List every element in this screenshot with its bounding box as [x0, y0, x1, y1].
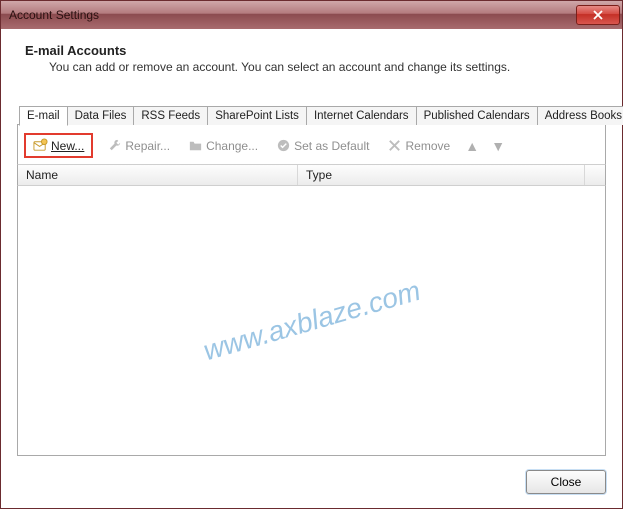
column-header-type[interactable]: Type	[298, 165, 585, 185]
tab-sharepoint-lists[interactable]: SharePoint Lists	[208, 106, 307, 125]
repair-button-label: Repair...	[125, 139, 170, 153]
accounts-list[interactable]: www.axblaze.com	[17, 186, 606, 456]
column-header-name[interactable]: Name	[18, 165, 298, 185]
tab-internet-calendars[interactable]: Internet Calendars	[307, 106, 417, 125]
x-icon	[387, 138, 402, 153]
column-header-tail	[585, 165, 605, 185]
change-button-label: Change...	[206, 139, 258, 153]
tab-rss-feeds[interactable]: RSS Feeds	[134, 106, 208, 125]
tab-email[interactable]: E-mail	[19, 106, 68, 126]
remove-button-label: Remove	[405, 139, 450, 153]
move-up-button: ▲	[464, 138, 480, 154]
toolbar: New... Repair... Change...	[17, 125, 606, 164]
new-button-label: New...	[51, 139, 84, 153]
list-header: Name Type	[17, 164, 606, 186]
close-icon	[593, 10, 603, 20]
tab-strip: E-mail Data Files RSS Feeds SharePoint L…	[17, 106, 606, 125]
remove-button: Remove	[383, 136, 454, 155]
move-down-button: ▼	[490, 138, 506, 154]
account-settings-dialog: Account Settings E-mail Accounts You can…	[0, 0, 623, 509]
new-button-highlight: New...	[24, 133, 93, 158]
set-default-button: Set as Default	[272, 136, 373, 155]
heading-title: E-mail Accounts	[25, 43, 598, 58]
heading-block: E-mail Accounts You can add or remove an…	[17, 43, 606, 84]
watermark-text: www.axblaze.com	[199, 274, 423, 367]
titlebar: Account Settings	[1, 1, 622, 29]
check-circle-icon	[276, 138, 291, 153]
repair-button: Repair...	[103, 136, 174, 155]
tab-address-books[interactable]: Address Books	[538, 106, 623, 125]
close-button-label: Close	[551, 475, 582, 489]
close-button[interactable]: Close	[526, 470, 606, 494]
tab-data-files[interactable]: Data Files	[68, 106, 135, 125]
set-default-button-label: Set as Default	[294, 139, 369, 153]
client-area: E-mail Accounts You can add or remove an…	[1, 29, 622, 508]
tab-published-calendars[interactable]: Published Calendars	[417, 106, 538, 125]
window-close-button[interactable]	[576, 5, 620, 25]
dialog-button-row: Close	[17, 456, 606, 494]
change-button: Change...	[184, 136, 262, 155]
arrow-down-icon: ▼	[491, 138, 505, 154]
new-button[interactable]: New...	[29, 136, 88, 155]
envelope-new-icon	[33, 138, 48, 153]
folder-change-icon	[188, 138, 203, 153]
arrow-up-icon: ▲	[465, 138, 479, 154]
heading-subtitle: You can add or remove an account. You ca…	[49, 60, 598, 74]
window-title: Account Settings	[9, 8, 99, 22]
wrench-icon	[107, 138, 122, 153]
